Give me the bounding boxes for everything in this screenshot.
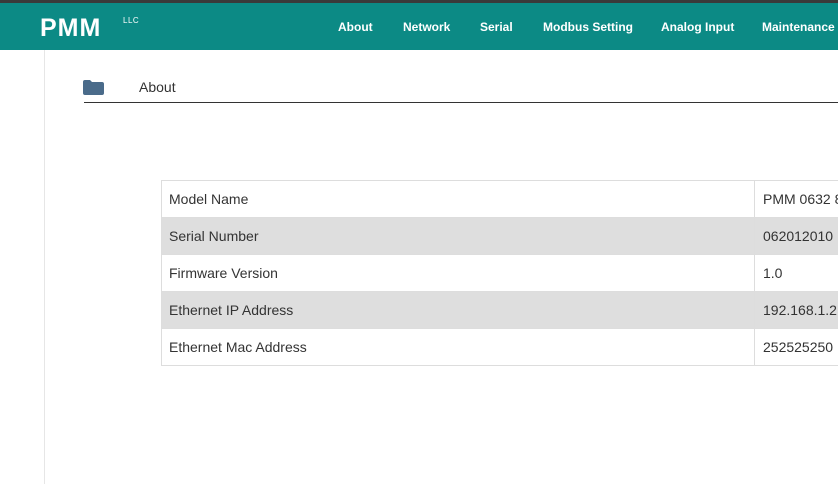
row-label: Ethernet Mac Address (169, 339, 307, 355)
row-value: PMM 0632 8 (763, 191, 838, 207)
row-label: Model Name (169, 191, 249, 207)
content-left-border (44, 50, 45, 484)
column-divider (754, 292, 755, 328)
top-navbar: PMM LLC About Network Serial Modbus Sett… (0, 3, 838, 50)
row-label: Firmware Version (169, 265, 278, 281)
nav-item-analog-input[interactable]: Analog Input (661, 20, 734, 34)
table-row: Serial Number 062012010 (162, 218, 838, 255)
column-divider (754, 218, 755, 254)
nav-item-about[interactable]: About (338, 20, 373, 34)
table-row: Firmware Version 1.0 (162, 255, 838, 292)
column-divider (754, 329, 755, 365)
row-label: Serial Number (169, 228, 259, 244)
nav-item-serial[interactable]: Serial (480, 20, 513, 34)
row-value: 062012010 (763, 228, 834, 244)
column-divider (754, 255, 755, 291)
column-divider (754, 181, 755, 217)
folder-icon (83, 80, 104, 95)
table-row: Ethernet Mac Address 252525250 (162, 329, 838, 366)
row-value: 252525250 (763, 339, 834, 355)
table-row: Model Name PMM 0632 8 (162, 181, 838, 218)
nav-item-modbus-setting[interactable]: Modbus Setting (543, 20, 633, 34)
device-info-table: Model Name PMM 0632 8 Serial Number 0620… (161, 180, 838, 366)
breadcrumb-title: About (139, 79, 176, 95)
row-label: Ethernet IP Address (169, 302, 294, 318)
row-value: 1.0 (763, 265, 783, 281)
brand-logo[interactable]: PMM (40, 16, 101, 41)
table-row: Ethernet IP Address 192.168.1.2 (162, 292, 838, 329)
breadcrumb-divider (84, 102, 838, 103)
brand-logo-suffix: LLC (123, 16, 140, 25)
nav-item-maintenance[interactable]: Maintenance (762, 20, 835, 34)
row-value: 192.168.1.2 (763, 302, 837, 318)
nav-item-network[interactable]: Network (403, 20, 450, 34)
